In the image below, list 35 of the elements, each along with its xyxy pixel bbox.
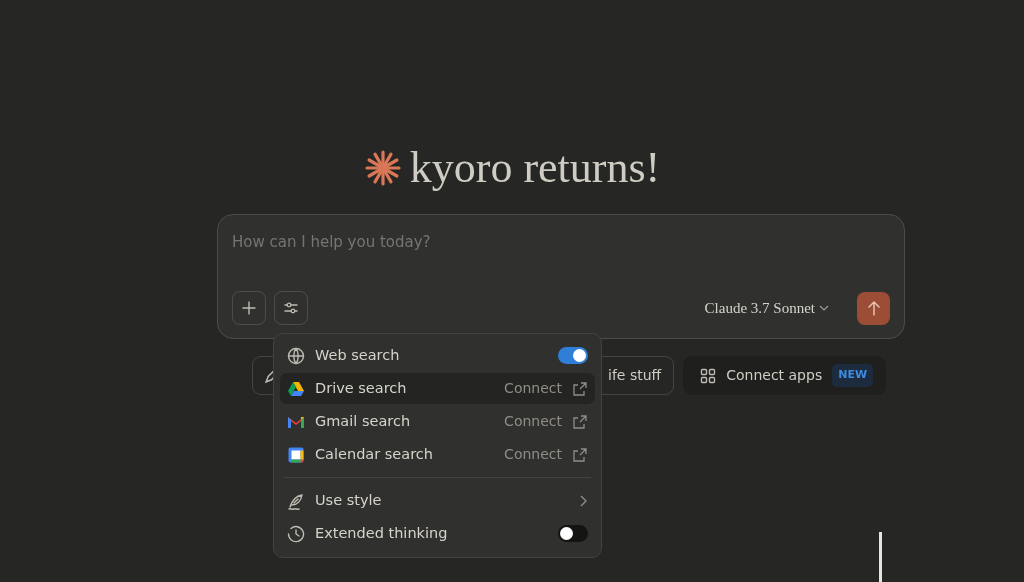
calendar-icon [287,445,305,464]
toggle-switch[interactable] [558,347,588,364]
add-button[interactable] [232,291,266,325]
clock-icon [287,524,305,543]
menu-item[interactable]: Gmail search Connect [280,406,595,437]
menu-item[interactable]: Calendar search Connect [280,439,595,470]
feather-icon [287,491,305,510]
connect-apps-button[interactable]: Connect apps NEW [683,356,887,395]
menu-item[interactable]: Extended thinking [280,518,595,549]
menu-item[interactable]: Use style [280,485,595,516]
external-link-icon [572,446,588,463]
tools-button[interactable] [274,291,308,325]
menu-item[interactable]: Drive search Connect [280,373,595,404]
connect-link[interactable]: Connect [504,378,562,399]
model-selector[interactable]: Claude 3.7 Sonnet [700,296,833,320]
text-cursor [879,532,882,582]
external-link-icon [572,380,588,397]
connect-link[interactable]: Connect [504,411,562,432]
chevron-right-icon [578,493,588,508]
greeting-title: kyoro returns! [409,141,661,194]
connect-link[interactable]: Connect [504,444,562,465]
grid-icon [700,367,717,384]
send-button[interactable] [857,291,890,325]
message-input[interactable]: How can I help you today? [232,231,832,254]
plus-icon [241,300,257,316]
chevron-down-icon [819,304,829,312]
arrow-up-icon [866,300,881,316]
menu-item[interactable]: Web search [280,340,595,371]
sliders-icon [283,300,299,316]
new-badge: NEW [832,364,874,387]
triangle-icon [287,379,305,398]
toggle-switch[interactable] [558,525,588,542]
starburst-logo [363,148,402,187]
external-link-icon [572,413,588,430]
globe-icon [287,346,305,365]
